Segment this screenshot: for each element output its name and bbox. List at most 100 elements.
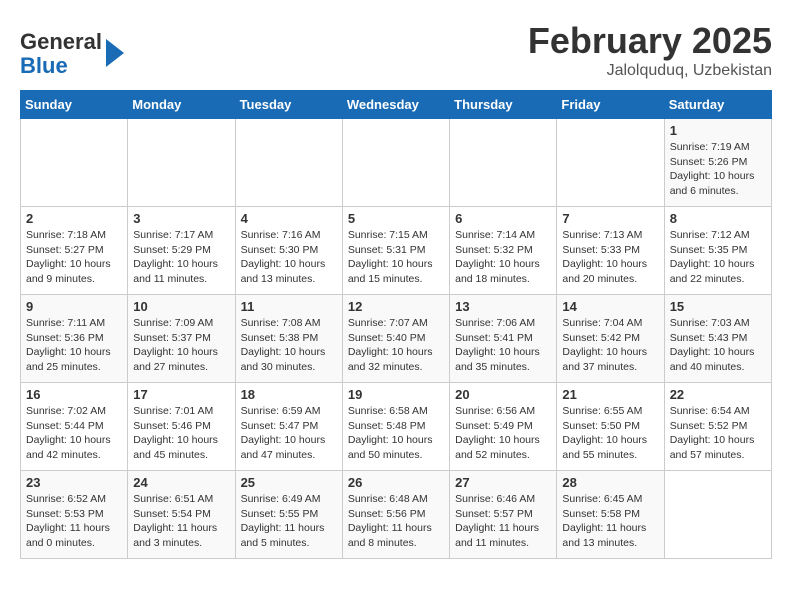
day-info: Sunrise: 6:51 AM Sunset: 5:54 PM Dayligh… (133, 492, 229, 551)
day-number: 10 (133, 299, 229, 314)
day-info: Sunrise: 6:54 AM Sunset: 5:52 PM Dayligh… (670, 404, 766, 463)
header: General Blue February 2025 Jalolquduq, U… (20, 20, 772, 80)
weekday-header-row: SundayMondayTuesdayWednesdayThursdayFrid… (21, 91, 772, 119)
day-info: Sunrise: 7:18 AM Sunset: 5:27 PM Dayligh… (26, 228, 122, 287)
day-number: 13 (455, 299, 551, 314)
calendar-cell (664, 471, 771, 559)
day-number: 12 (348, 299, 444, 314)
weekday-header-cell: Saturday (664, 91, 771, 119)
calendar-cell: 23 Sunrise: 6:52 AM Sunset: 5:53 PM Dayli… (21, 471, 128, 559)
weekday-header-cell: Wednesday (342, 91, 449, 119)
day-info: Sunrise: 7:14 AM Sunset: 5:32 PM Dayligh… (455, 228, 551, 287)
day-info: Sunrise: 7:19 AM Sunset: 5:26 PM Dayligh… (670, 140, 766, 199)
calendar-cell: 18 Sunrise: 6:59 AM Sunset: 5:47 PM Dayli… (235, 383, 342, 471)
calendar-cell: 11 Sunrise: 7:08 AM Sunset: 5:38 PM Dayli… (235, 295, 342, 383)
day-number: 18 (241, 387, 337, 402)
day-number: 26 (348, 475, 444, 490)
calendar-cell: 2 Sunrise: 7:18 AM Sunset: 5:27 PM Daylig… (21, 207, 128, 295)
day-number: 4 (241, 211, 337, 226)
day-number: 23 (26, 475, 122, 490)
day-number: 19 (348, 387, 444, 402)
day-number: 14 (562, 299, 658, 314)
day-info: Sunrise: 7:01 AM Sunset: 5:46 PM Dayligh… (133, 404, 229, 463)
day-number: 24 (133, 475, 229, 490)
day-info: Sunrise: 6:52 AM Sunset: 5:53 PM Dayligh… (26, 492, 122, 551)
calendar-week-row: 23 Sunrise: 6:52 AM Sunset: 5:53 PM Dayli… (21, 471, 772, 559)
calendar-cell (128, 119, 235, 207)
day-info: Sunrise: 7:09 AM Sunset: 5:37 PM Dayligh… (133, 316, 229, 375)
calendar-cell (21, 119, 128, 207)
day-info: Sunrise: 7:08 AM Sunset: 5:38 PM Dayligh… (241, 316, 337, 375)
weekday-header-cell: Friday (557, 91, 664, 119)
day-info: Sunrise: 7:17 AM Sunset: 5:29 PM Dayligh… (133, 228, 229, 287)
day-number: 8 (670, 211, 766, 226)
calendar-cell: 6Sunrise: 7:14 AM Sunset: 5:32 PM Daylig… (450, 207, 557, 295)
calendar-cell: 1 Sunrise: 7:19 AM Sunset: 5:26 PM Daylig… (664, 119, 771, 207)
title-area: February 2025 Jalolquduq, Uzbekistan (528, 20, 772, 80)
weekday-header-cell: Thursday (450, 91, 557, 119)
calendar-table: SundayMondayTuesdayWednesdayThursdayFrid… (20, 90, 772, 559)
day-number: 15 (670, 299, 766, 314)
day-info: Sunrise: 7:15 AM Sunset: 5:31 PM Dayligh… (348, 228, 444, 287)
calendar-cell: 20Sunrise: 6:56 AM Sunset: 5:49 PM Dayli… (450, 383, 557, 471)
weekday-header-cell: Tuesday (235, 91, 342, 119)
day-info: Sunrise: 6:46 AM Sunset: 5:57 PM Dayligh… (455, 492, 551, 551)
day-info: Sunrise: 6:55 AM Sunset: 5:50 PM Dayligh… (562, 404, 658, 463)
day-info: Sunrise: 7:06 AM Sunset: 5:41 PM Dayligh… (455, 316, 551, 375)
day-info: Sunrise: 7:07 AM Sunset: 5:40 PM Dayligh… (348, 316, 444, 375)
calendar-cell: 25Sunrise: 6:49 AM Sunset: 5:55 PM Dayli… (235, 471, 342, 559)
day-number: 25 (241, 475, 337, 490)
weekday-header-cell: Monday (128, 91, 235, 119)
calendar-cell (342, 119, 449, 207)
day-info: Sunrise: 6:58 AM Sunset: 5:48 PM Dayligh… (348, 404, 444, 463)
day-number: 28 (562, 475, 658, 490)
calendar-week-row: 9Sunrise: 7:11 AM Sunset: 5:36 PM Daylig… (21, 295, 772, 383)
day-info: Sunrise: 7:02 AM Sunset: 5:44 PM Dayligh… (26, 404, 122, 463)
calendar-cell: 7Sunrise: 7:13 AM Sunset: 5:33 PM Daylig… (557, 207, 664, 295)
calendar-cell: 19 Sunrise: 6:58 AM Sunset: 5:48 PM Dayli… (342, 383, 449, 471)
day-info: Sunrise: 6:45 AM Sunset: 5:58 PM Dayligh… (562, 492, 658, 551)
logo-blue: Blue (20, 53, 68, 78)
calendar-cell: 15 Sunrise: 7:03 AM Sunset: 5:43 PM Dayli… (664, 295, 771, 383)
calendar-cell: 8Sunrise: 7:12 AM Sunset: 5:35 PM Daylig… (664, 207, 771, 295)
calendar-cell (235, 119, 342, 207)
calendar-body: 1 Sunrise: 7:19 AM Sunset: 5:26 PM Daylig… (21, 119, 772, 559)
calendar-cell: 10 Sunrise: 7:09 AM Sunset: 5:37 PM Dayli… (128, 295, 235, 383)
calendar-week-row: 16 Sunrise: 7:02 AM Sunset: 5:44 PM Dayli… (21, 383, 772, 471)
calendar-title: February 2025 (528, 20, 772, 62)
day-number: 16 (26, 387, 122, 402)
day-number: 21 (562, 387, 658, 402)
day-number: 27 (455, 475, 551, 490)
calendar-cell: 26Sunrise: 6:48 AM Sunset: 5:56 PM Dayli… (342, 471, 449, 559)
calendar-cell: 12 Sunrise: 7:07 AM Sunset: 5:40 PM Dayli… (342, 295, 449, 383)
day-number: 1 (670, 123, 766, 138)
calendar-cell: 4 Sunrise: 7:16 AM Sunset: 5:30 PM Daylig… (235, 207, 342, 295)
calendar-subtitle: Jalolquduq, Uzbekistan (528, 62, 772, 80)
calendar-week-row: 2 Sunrise: 7:18 AM Sunset: 5:27 PM Daylig… (21, 207, 772, 295)
day-number: 2 (26, 211, 122, 226)
calendar-cell: 14 Sunrise: 7:04 AM Sunset: 5:42 PM Dayli… (557, 295, 664, 383)
calendar-cell: 21 Sunrise: 6:55 AM Sunset: 5:50 PM Dayli… (557, 383, 664, 471)
day-info: Sunrise: 6:59 AM Sunset: 5:47 PM Dayligh… (241, 404, 337, 463)
calendar-cell: 27 Sunrise: 6:46 AM Sunset: 5:57 PM Dayli… (450, 471, 557, 559)
calendar-cell: 5Sunrise: 7:15 AM Sunset: 5:31 PM Daylig… (342, 207, 449, 295)
calendar-cell: 16 Sunrise: 7:02 AM Sunset: 5:44 PM Dayli… (21, 383, 128, 471)
day-info: Sunrise: 7:16 AM Sunset: 5:30 PM Dayligh… (241, 228, 337, 287)
day-number: 20 (455, 387, 551, 402)
day-number: 3 (133, 211, 229, 226)
calendar-cell: 3 Sunrise: 7:17 AM Sunset: 5:29 PM Daylig… (128, 207, 235, 295)
logo-general: General (20, 29, 102, 54)
calendar-cell: 22Sunrise: 6:54 AM Sunset: 5:52 PM Dayli… (664, 383, 771, 471)
weekday-header-cell: Sunday (21, 91, 128, 119)
calendar-cell: 24 Sunrise: 6:51 AM Sunset: 5:54 PM Dayli… (128, 471, 235, 559)
calendar-cell: 28 Sunrise: 6:45 AM Sunset: 5:58 PM Dayli… (557, 471, 664, 559)
calendar-week-row: 1 Sunrise: 7:19 AM Sunset: 5:26 PM Daylig… (21, 119, 772, 207)
day-number: 17 (133, 387, 229, 402)
day-info: Sunrise: 7:03 AM Sunset: 5:43 PM Dayligh… (670, 316, 766, 375)
day-number: 11 (241, 299, 337, 314)
day-number: 9 (26, 299, 122, 314)
calendar-cell (557, 119, 664, 207)
calendar-cell (450, 119, 557, 207)
calendar-cell: 13 Sunrise: 7:06 AM Sunset: 5:41 PM Dayli… (450, 295, 557, 383)
day-info: Sunrise: 7:04 AM Sunset: 5:42 PM Dayligh… (562, 316, 658, 375)
